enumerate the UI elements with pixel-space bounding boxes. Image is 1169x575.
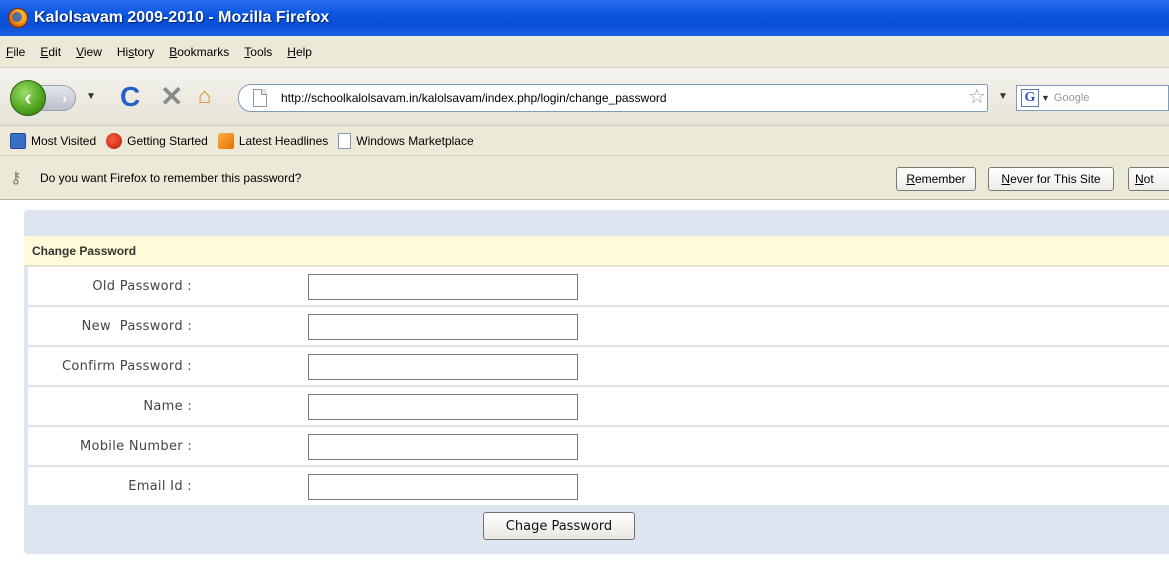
email-id-input[interactable] [308, 474, 578, 500]
form-row-email-id: Email Id : [28, 467, 1169, 506]
page-icon [338, 132, 352, 149]
bookmark-windows-marketplace[interactable]: Windows Marketplace [338, 132, 474, 149]
mobile-number-input[interactable] [308, 434, 578, 460]
bookmarks-toolbar: Most Visited Getting Started Latest Head… [0, 126, 1169, 156]
new-password-input[interactable] [308, 314, 578, 340]
new-password-label: New Password : [81, 319, 192, 334]
bookmark-star-icon[interactable]: ☆ [968, 84, 986, 109]
url-bar[interactable]: http://schoolkalolsavam.in/kalolsavam/in… [238, 84, 988, 112]
chevron-left-icon: ‹ [24, 85, 32, 110]
firefox-logo-icon [8, 8, 28, 28]
back-button[interactable]: ‹ [10, 80, 46, 116]
search-bar[interactable]: G ▼ Google [1016, 85, 1169, 111]
change-password-form: Change Password Old Password : New Passw… [24, 236, 1169, 554]
confirm-password-label: Confirm Password : [61, 359, 192, 374]
bookmark-latest-headlines[interactable]: Latest Headlines [217, 132, 328, 149]
stop-icon[interactable]: ✕ [160, 80, 183, 113]
navigation-toolbar: › ‹ ▼ C ✕ ⌂ http://schoolkalolsavam.in/k… [0, 68, 1169, 126]
menu-view[interactable]: View [76, 45, 102, 59]
page-header-strip [24, 210, 1169, 236]
history-dropdown-icon[interactable]: ▼ [86, 91, 96, 102]
menu-edit[interactable]: Edit [40, 45, 61, 59]
name-input[interactable] [308, 394, 578, 420]
old-password-input[interactable] [308, 274, 578, 300]
never-for-this-site-button[interactable]: Never for This Site [988, 167, 1114, 191]
menu-tools[interactable]: Tools [244, 45, 272, 59]
email-id-label: Email Id : [128, 479, 192, 494]
url-text[interactable]: http://schoolkalolsavam.in/kalolsavam/in… [281, 91, 667, 105]
form-row-confirm-password: Confirm Password : [28, 347, 1169, 386]
menu-bookmarks[interactable]: Bookmarks [169, 45, 229, 59]
google-icon[interactable]: G [1021, 89, 1039, 107]
name-label: Name : [143, 399, 192, 414]
key-icon: ⚷ [10, 170, 22, 187]
old-password-label: Old Password : [92, 279, 192, 294]
form-title: Change Password [24, 236, 1169, 266]
reload-icon[interactable]: C [120, 81, 140, 113]
change-password-submit-button[interactable]: Chage Password [483, 512, 635, 540]
rss-icon [217, 132, 234, 149]
bookmark-most-visited[interactable]: Most Visited [10, 132, 96, 149]
search-engine-dropdown-icon[interactable]: ▼ [1041, 93, 1050, 103]
form-row-mobile-number: Mobile Number : [28, 427, 1169, 466]
window-titlebar: Kalolsavam 2009-2010 - Mozilla Firefox [0, 0, 1169, 36]
search-input[interactable]: Google [1054, 92, 1089, 104]
form-row-new-password: New Password : [28, 307, 1169, 346]
not-now-button[interactable]: Not [1128, 167, 1169, 191]
mobile-number-label: Mobile Number : [79, 439, 192, 454]
menu-file[interactable]: File [6, 45, 25, 59]
menu-bar: File Edit View History Bookmarks Tools H… [0, 36, 1169, 68]
confirm-password-input[interactable] [308, 354, 578, 380]
bookmark-getting-started[interactable]: Getting Started [106, 132, 208, 149]
menu-help[interactable]: Help [287, 45, 312, 59]
url-dropdown-icon[interactable]: ▼ [998, 91, 1008, 102]
notification-message: Do you want Firefox to remember this pas… [40, 171, 302, 185]
window-title: Kalolsavam 2009-2010 - Mozilla Firefox [34, 9, 330, 26]
getting-started-icon [106, 132, 123, 149]
home-icon[interactable]: ⌂ [198, 83, 211, 109]
remember-button[interactable]: Remember [896, 167, 976, 191]
most-visited-icon [10, 132, 26, 149]
form-row-old-password: Old Password : [28, 267, 1169, 306]
password-notification-bar: ⚷ Do you want Firefox to remember this p… [0, 156, 1169, 200]
chevron-right-icon: › [62, 90, 67, 106]
menu-history[interactable]: History [117, 45, 154, 59]
form-row-name: Name : [28, 387, 1169, 426]
page-icon [253, 89, 267, 107]
